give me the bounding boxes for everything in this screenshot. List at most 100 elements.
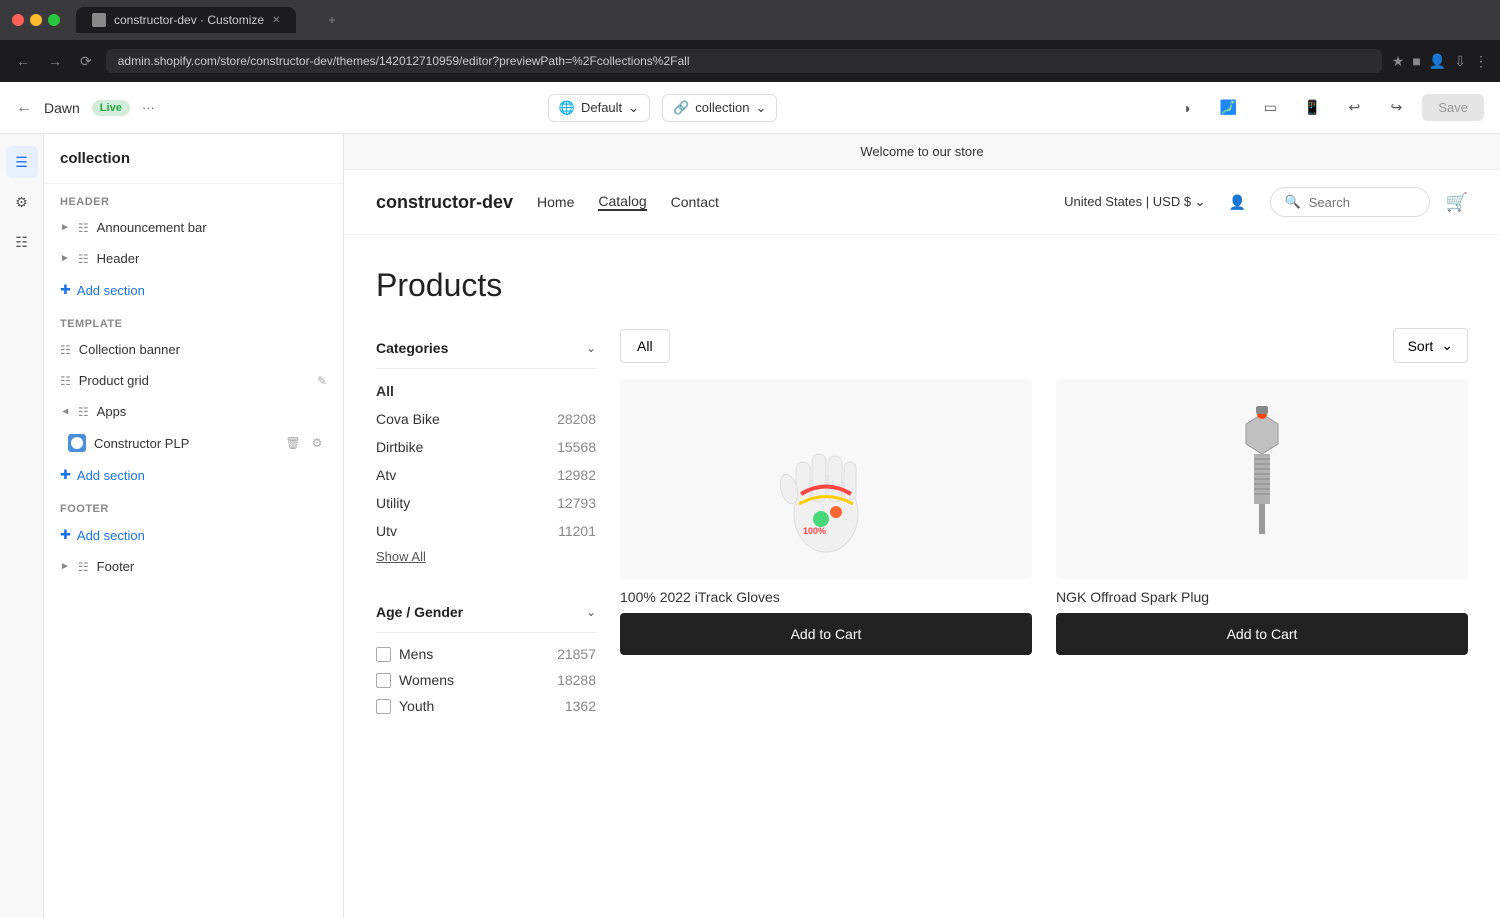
mobile-view-button[interactable]: 📱 xyxy=(1296,92,1328,124)
minimize-window-button[interactable] xyxy=(30,14,42,26)
redo-button[interactable]: ↪ xyxy=(1380,92,1412,124)
header-right: ◑ 🗾 ▭ 📱 ↩ ↪ Save xyxy=(1170,92,1484,124)
filter-option-all[interactable]: All xyxy=(376,377,596,405)
desktop-view-button[interactable]: 🗾 xyxy=(1212,92,1244,124)
left-panel: collection Header ► ☷ Announcement bar ►… xyxy=(44,134,344,918)
add-to-cart-gloves-button[interactable]: Add to Cart xyxy=(620,613,1032,655)
back-to-admin-button[interactable]: ← xyxy=(16,99,32,117)
context-dropdown[interactable]: 🔗 collection ⌄ xyxy=(662,94,777,122)
add-section-label: Add section xyxy=(77,283,145,298)
filter-womens[interactable]: Womens 18288 xyxy=(376,667,596,693)
app-actions: 🗑 ⚙ xyxy=(283,433,327,453)
forward-button[interactable]: → xyxy=(44,49,66,73)
tablet-view-button[interactable]: ▭ xyxy=(1254,92,1286,124)
footer-item[interactable]: ► ☷ Footer xyxy=(44,551,343,582)
add-to-cart-spark-plug-button[interactable]: Add to Cart xyxy=(1056,613,1468,655)
nav-link-catalog[interactable]: Catalog xyxy=(598,193,646,211)
extensions-icon[interactable]: ■ xyxy=(1412,53,1420,70)
product-grid-item[interactable]: ☷ Product grid ✎ xyxy=(44,365,343,396)
filter-youth[interactable]: Youth 1362 xyxy=(376,693,596,719)
store-announcement-bar: Welcome to our store xyxy=(344,134,1500,170)
sections-icon[interactable]: ☰ xyxy=(6,146,38,178)
save-button[interactable]: Save xyxy=(1422,94,1484,121)
product-name-gloves: 100% 2022 iTrack Gloves xyxy=(620,589,1032,605)
filter-option-atv[interactable]: Atv 12982 xyxy=(376,461,596,489)
delete-app-button[interactable]: 🗑 xyxy=(283,433,303,453)
new-tab-button[interactable]: + xyxy=(312,7,351,33)
theme-settings-icon[interactable]: ⚙ xyxy=(6,186,38,218)
age-gender-filter-header[interactable]: Age / Gender ⌄ xyxy=(376,592,596,633)
youth-checkbox[interactable] xyxy=(376,699,391,714)
footer-section-group: Footer ✚ Add section ► ☷ Footer xyxy=(44,491,343,582)
womens-count: 18288 xyxy=(557,672,596,688)
product-image-gloves: 100% xyxy=(620,379,1032,579)
filter-option-cova-bike[interactable]: Cova Bike 28208 xyxy=(376,405,596,433)
nav-link-home[interactable]: Home xyxy=(537,194,574,210)
product-card-gloves: 100% 100% 2022 iTrack Gloves Add to Cart xyxy=(620,379,1032,655)
header-add-section-button[interactable]: ✚ Add section xyxy=(44,274,343,306)
show-all-button[interactable]: Show All xyxy=(376,545,426,568)
tab-title: constructor-dev · Customize xyxy=(114,13,264,27)
tab-close-button[interactable]: ✕ xyxy=(272,15,280,26)
download-icon[interactable]: ⇩ xyxy=(1454,53,1466,70)
apps-label: Apps xyxy=(97,404,127,419)
locale-selector[interactable]: United States | USD $ ⌄ xyxy=(1064,194,1205,210)
nav-link-contact[interactable]: Contact xyxy=(671,194,719,210)
bookmark-icon[interactable]: ★ xyxy=(1392,53,1405,70)
search-bar[interactable]: 🔍 xyxy=(1270,187,1430,217)
customize-icon-button[interactable]: ◑ xyxy=(1170,92,1202,124)
constructor-plp-item[interactable]: Constructor PLP 🗑 ⚙ xyxy=(44,427,343,459)
expand-icon: ► xyxy=(60,253,70,264)
cart-icon[interactable]: 🛒 xyxy=(1446,192,1468,213)
browser-tab[interactable]: constructor-dev · Customize ✕ xyxy=(76,7,296,33)
expand-icon: ► xyxy=(60,222,70,233)
announcement-bar-item[interactable]: ► ☷ Announcement bar xyxy=(44,212,343,243)
section-layout-icon: ☷ xyxy=(60,343,71,357)
template-add-section-button[interactable]: ✚ Add section xyxy=(44,459,343,491)
mens-checkbox[interactable] xyxy=(376,647,391,662)
filter-option-utility[interactable]: Utility 12793 xyxy=(376,489,596,517)
constructor-plp-label: Constructor PLP xyxy=(94,436,275,451)
more-options-button[interactable]: ··· xyxy=(142,100,155,115)
announcement-text: Welcome to our store xyxy=(860,144,983,159)
maximize-window-button[interactable] xyxy=(48,14,60,26)
sort-dropdown[interactable]: Sort ⌄ xyxy=(1393,328,1468,363)
apps-icon[interactable]: ☷ xyxy=(6,226,38,258)
filter-option-dirtbike[interactable]: Dirtbike 15568 xyxy=(376,433,596,461)
womens-checkbox[interactable] xyxy=(376,673,391,688)
apps-expand-item[interactable]: ▼ ☷ Apps xyxy=(44,396,343,427)
svg-text:100%: 100% xyxy=(803,526,826,536)
filter-option-count: 11201 xyxy=(558,523,596,539)
search-input[interactable] xyxy=(1309,195,1415,210)
plus-icon: ✚ xyxy=(60,527,71,543)
footer-add-section-button[interactable]: ✚ Add section xyxy=(44,519,343,551)
collection-banner-item[interactable]: ☷ Collection banner xyxy=(44,334,343,365)
categories-filter-header[interactable]: Categories ⌄ xyxy=(376,328,596,369)
all-filter-button[interactable]: All xyxy=(620,329,670,363)
back-button[interactable]: ← xyxy=(12,49,34,73)
refresh-button[interactable]: ⟳ xyxy=(76,49,96,74)
browser-window: constructor-dev · Customize ✕ + ← → ⟳ ad… xyxy=(0,0,1500,918)
header-item[interactable]: ► ☷ Header xyxy=(44,243,343,274)
nav-links: Home Catalog Contact xyxy=(537,193,719,211)
settings-app-button[interactable]: ⚙ xyxy=(307,433,327,453)
spark-plug-image xyxy=(1232,404,1292,554)
section-layout-icon: ☷ xyxy=(60,374,71,388)
filter-mens[interactable]: Mens 21857 xyxy=(376,641,596,667)
address-bar[interactable]: admin.shopify.com/store/constructor-dev/… xyxy=(106,49,1382,73)
womens-label: Womens xyxy=(399,672,454,688)
close-window-button[interactable] xyxy=(12,14,24,26)
browser-titlebar: constructor-dev · Customize ✕ + xyxy=(0,0,1500,40)
profile-icon[interactable]: 👤 xyxy=(1429,53,1446,70)
menu-icon[interactable]: ⋮ xyxy=(1474,53,1488,70)
filter-option-count: 15568 xyxy=(557,439,596,455)
app-header: ← Dawn Live ··· 🌐 Default ⌄ 🔗 collection… xyxy=(0,82,1500,134)
constructor-app-icon xyxy=(68,434,86,452)
filter-option-name: Utility xyxy=(376,495,410,511)
undo-button[interactable]: ↩ xyxy=(1338,92,1370,124)
edit-product-grid-icon[interactable]: ✎ xyxy=(317,374,327,388)
filter-option-utv[interactable]: Utv 11201 xyxy=(376,517,596,545)
account-icon[interactable]: 👤 xyxy=(1222,186,1254,218)
age-gender-filter-title: Age / Gender xyxy=(376,604,463,620)
default-dropdown[interactable]: 🌐 Default ⌄ xyxy=(548,94,650,122)
